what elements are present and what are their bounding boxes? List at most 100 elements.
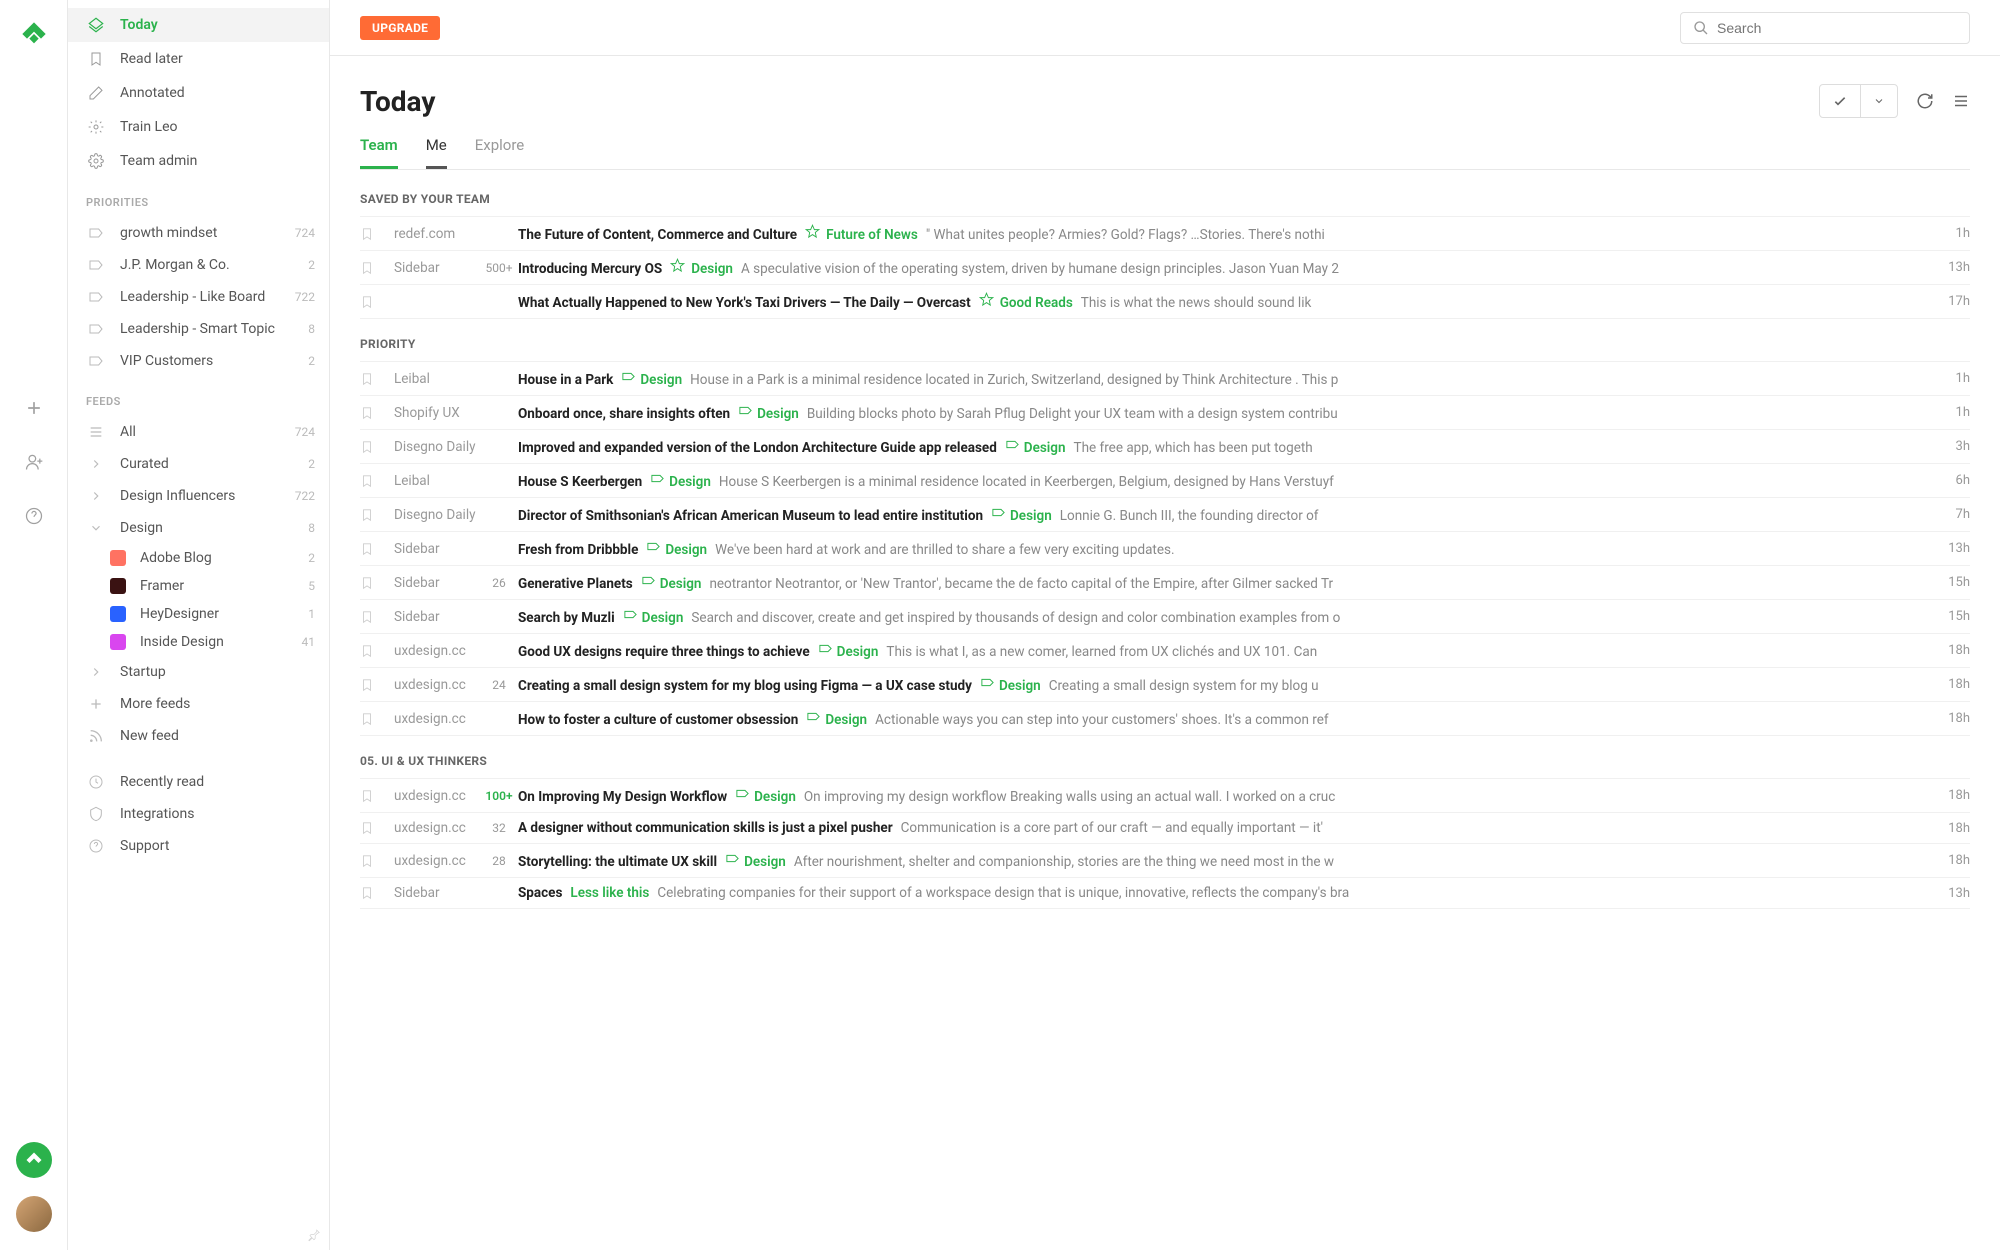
bookmark-icon[interactable] [360,542,378,556]
feed-subitem[interactable]: Framer5 [68,572,329,600]
footer-item[interactable]: Recently read [68,766,329,798]
feed-item[interactable]: Design Influencers722 [68,480,329,512]
article-row[interactable]: LeibalHouse S KeerbergenDesignHouse S Ke… [360,464,1970,498]
article-time: 13h [1936,886,1970,901]
bookmark-icon[interactable] [360,678,378,692]
bookmark-icon[interactable] [360,644,378,658]
feed-subitem[interactable]: HeyDesigner1 [68,600,329,628]
label-icon [818,641,833,656]
bookmark-icon[interactable] [360,886,378,900]
article-row[interactable]: What Actually Happened to New York's Tax… [360,285,1970,319]
article-row[interactable]: SidebarFresh from DribbbleDesignWe've be… [360,532,1970,566]
article-row[interactable]: uxdesign.cc32A designer without communic… [360,813,1970,844]
article-row[interactable]: SidebarSearch by MuzliDesignSearch and d… [360,600,1970,634]
article-row[interactable]: Shopify UXOnboard once, share insights o… [360,396,1970,430]
article-row[interactable]: uxdesign.ccGood UX designs require three… [360,634,1970,668]
nav-train-leo[interactable]: Train Leo [68,110,329,144]
label-icon [623,607,638,622]
upgrade-button[interactable]: UPGRADE [360,16,440,40]
article-time: 7h [1936,507,1970,522]
bookmark-icon [86,49,106,69]
bookmark-icon[interactable] [360,610,378,624]
article-excerpt: This is what I, as a new comer, learned … [886,644,1317,660]
tab-team[interactable]: Team [360,136,398,169]
nav-today[interactable]: Today [68,8,329,42]
compose-button[interactable] [16,1142,52,1178]
article-time: 6h [1936,473,1970,488]
article-time: 1h [1936,405,1970,420]
bookmark-icon[interactable] [360,406,378,420]
bookmark-icon[interactable] [360,854,378,868]
article-row[interactable]: uxdesign.cc28Storytelling: the ultimate … [360,844,1970,878]
bookmark-icon[interactable] [360,789,378,803]
bookmark-icon[interactable] [360,474,378,488]
article-count: 26 [480,576,518,590]
feed-item[interactable]: Curated2 [68,448,329,480]
tab-me[interactable]: Me [426,136,447,169]
bookmark-icon[interactable] [360,261,378,275]
pin-icon[interactable] [307,1228,321,1242]
feed-item[interactable]: More feeds [68,688,329,720]
footer-item[interactable]: Integrations [68,798,329,830]
priority-item[interactable]: Leadership - Smart Topic8 [68,313,329,345]
article-row[interactable]: Disegno DailyDirector of Smithsonian's A… [360,498,1970,532]
bookmark-icon[interactable] [360,372,378,386]
bookmark-icon[interactable] [360,508,378,522]
feed-item[interactable]: Design8 [68,512,329,544]
article-row[interactable]: Sidebar500+Introducing Mercury OSDesignA… [360,251,1970,285]
priority-item[interactable]: J.P. Morgan & Co.2 [68,249,329,281]
article-excerpt: A speculative vision of the operating sy… [741,261,1339,277]
feed-item[interactable]: All724 [68,416,329,448]
priority-item[interactable]: Leadership - Like Board722 [68,281,329,313]
feed-item[interactable]: Startup [68,656,329,688]
search-box[interactable] [1680,12,1970,44]
avatar[interactable] [16,1196,52,1232]
article-excerpt: On improving my design workflow Breaking… [804,789,1335,805]
mark-read-dropdown[interactable] [1861,85,1897,117]
article-row[interactable]: LeibalHouse in a ParkDesignHouse in a Pa… [360,362,1970,396]
help-icon[interactable] [16,498,52,534]
refresh-button[interactable] [1916,92,1934,110]
search-input[interactable] [1717,20,1957,36]
article-title: Storytelling: the ultimate UX skill [518,854,717,870]
article-row[interactable]: SidebarSpacesLess like thisCelebrating c… [360,878,1970,909]
article-row[interactable]: Disegno DailyImproved and expanded versi… [360,430,1970,464]
label-icon [646,539,661,554]
add-user-icon[interactable] [16,444,52,480]
menu-button[interactable] [1952,92,1970,110]
feed-color-swatch [110,606,126,622]
bookmark-icon[interactable] [360,227,378,241]
bookmark-icon[interactable] [360,295,378,309]
nav-annotated[interactable]: Annotated [68,76,329,110]
nav-team-admin[interactable]: Team admin [68,144,329,178]
label-icon [725,851,740,866]
article-source: uxdesign.cc [394,643,480,659]
brain-icon [86,117,106,137]
article-source: Sidebar [394,575,480,591]
mark-read-button[interactable] [1820,85,1861,117]
feed-subitem[interactable]: Inside Design41 [68,628,329,656]
tab-explore[interactable]: Explore [475,136,525,169]
feed-subitem[interactable]: Adobe Blog2 [68,544,329,572]
feedly-logo[interactable] [18,18,50,50]
bookmark-icon[interactable] [360,712,378,726]
article-row[interactable]: uxdesign.ccHow to foster a culture of cu… [360,702,1970,736]
footer-item[interactable]: Support [68,830,329,862]
article-row[interactable]: uxdesign.cc100+On Improving My Design Wo… [360,779,1970,813]
priority-item[interactable]: growth mindset724 [68,217,329,249]
bookmark-icon[interactable] [360,821,378,835]
priority-item[interactable]: VIP Customers2 [68,345,329,377]
bookmark-icon[interactable] [360,576,378,590]
feed-item[interactable]: New feed [68,720,329,752]
article-row[interactable]: Sidebar26Generative PlanetsDesignneotran… [360,566,1970,600]
star-icon [979,292,994,307]
article-excerpt: Building blocks photo by Sarah Pflug Del… [807,406,1338,422]
bookmark-icon[interactable] [360,440,378,454]
article-row[interactable]: uxdesign.cc24Creating a small design sys… [360,668,1970,702]
article-source: Sidebar [394,260,480,276]
article-row[interactable]: redef.comThe Future of Content, Commerce… [360,217,1970,251]
plus-icon[interactable] [16,390,52,426]
nav-read-later[interactable]: Read later [68,42,329,76]
article-excerpt: Communication is a core part of our craf… [901,820,1323,836]
article-excerpt: neotrantor Neotrantor, or 'New Trantor',… [709,576,1333,592]
